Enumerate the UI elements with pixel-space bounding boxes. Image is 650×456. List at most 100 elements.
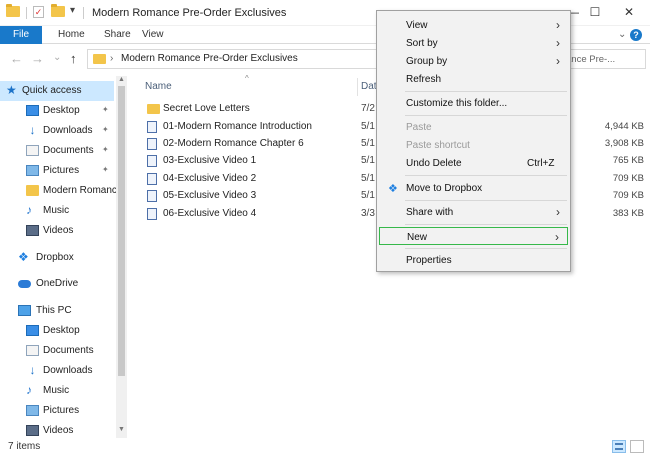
- pin-icon: ✦: [102, 125, 109, 134]
- menu-item-group-by[interactable]: Group by ›: [379, 52, 568, 70]
- forward-arrow-icon[interactable]: →: [31, 51, 44, 66]
- nav-item-quick-access[interactable]: ★ Quick access: [0, 81, 114, 101]
- cloud-icon: [18, 280, 31, 288]
- download-icon: ↓: [29, 123, 36, 137]
- file-date: 5/1: [361, 121, 375, 132]
- menu-item-label: New: [407, 232, 428, 243]
- nav-item-pc-music[interactable]: ♪ Music: [0, 381, 114, 401]
- file-date: 3/3: [361, 208, 375, 219]
- menu-item-sort-by[interactable]: Sort by ›: [379, 34, 568, 52]
- pin-icon: ✦: [102, 145, 109, 154]
- help-icon[interactable]: ?: [630, 29, 642, 41]
- menu-separator: [405, 91, 567, 92]
- menu-item-share-with[interactable]: Share with ›: [379, 203, 568, 221]
- menu-item-new[interactable]: New ›: [379, 227, 568, 245]
- new-folder-quick-icon[interactable]: [51, 4, 65, 17]
- menu-separator: [405, 200, 567, 201]
- chevron-right-icon: ›: [556, 36, 560, 50]
- tab-view[interactable]: View: [142, 26, 164, 44]
- nav-item-pc-desktop[interactable]: Desktop: [0, 321, 114, 341]
- ribbon-expand-icon[interactable]: ⌄: [618, 26, 626, 44]
- menu-separator: [405, 175, 567, 176]
- dropbox-icon: ❖: [18, 250, 29, 264]
- nav-item-this-pc[interactable]: This PC: [0, 301, 114, 321]
- file-name: 04-Exclusive Video 2: [163, 173, 257, 184]
- nav-item-downloads[interactable]: ↓ Downloads ✦: [0, 121, 114, 141]
- column-divider[interactable]: [357, 78, 358, 96]
- music-icon: ♪: [26, 383, 32, 397]
- nav-item-label: This PC: [36, 305, 72, 316]
- menu-item-move-to-dropbox[interactable]: ❖ Move to Dropbox: [379, 179, 568, 197]
- menu-item-customize-folder[interactable]: Customize this folder...: [379, 94, 568, 112]
- video-file-icon: [147, 121, 157, 133]
- folder-icon: [26, 185, 39, 196]
- video-file-icon: [147, 173, 157, 185]
- scroll-up-icon[interactable]: ▲: [118, 76, 125, 83]
- nav-item-pictures[interactable]: Pictures ✦: [0, 161, 114, 181]
- chevron-right-icon: ›: [556, 54, 560, 68]
- nav-item-pc-documents[interactable]: Documents: [0, 341, 114, 361]
- file-size: 4,944 KB: [604, 121, 644, 132]
- video-file-icon: [147, 155, 157, 167]
- tab-share[interactable]: Share: [104, 26, 131, 44]
- menu-item-properties[interactable]: Properties: [379, 251, 568, 269]
- menu-separator: [405, 248, 567, 249]
- menu-item-undo-delete[interactable]: Undo Delete Ctrl+Z: [379, 154, 568, 172]
- nav-item-label: Downloads: [43, 365, 93, 376]
- nav-item-modern-romance[interactable]: Modern Romanc: [0, 181, 117, 201]
- file-name: 06-Exclusive Video 4: [163, 208, 257, 219]
- nav-item-onedrive[interactable]: OneDrive: [0, 274, 114, 294]
- nav-item-documents[interactable]: Documents ✦: [0, 141, 114, 161]
- nav-item-videos[interactable]: Videos: [0, 221, 114, 241]
- menu-item-refresh[interactable]: Refresh: [379, 70, 568, 88]
- menu-item-label: Refresh: [406, 74, 442, 85]
- column-header-date[interactable]: Dat: [361, 81, 377, 92]
- file-name: 03-Exclusive Video 1: [163, 155, 257, 166]
- maximize-button[interactable]: ☐: [580, 0, 610, 24]
- pin-icon: ✦: [102, 105, 109, 114]
- folder-icon: [93, 54, 106, 64]
- nav-item-pc-downloads[interactable]: ↓ Downloads: [0, 361, 114, 381]
- recent-locations-icon[interactable]: ⌄: [53, 52, 61, 63]
- close-button[interactable]: ✕: [614, 0, 644, 24]
- nav-item-label: Pictures: [43, 405, 80, 416]
- menu-item-label: Customize this folder...: [406, 98, 508, 109]
- scroll-down-icon[interactable]: ▼: [118, 426, 125, 433]
- nav-pane-scrollbar[interactable]: ▲ ▼: [116, 76, 127, 438]
- nav-item-dropbox[interactable]: ❖ Dropbox: [0, 248, 114, 268]
- nav-item-desktop[interactable]: Desktop ✦: [0, 101, 114, 121]
- file-date: 5/1: [361, 138, 375, 149]
- large-icons-view-button[interactable]: [630, 440, 644, 453]
- back-arrow-icon[interactable]: ←: [10, 51, 23, 66]
- chevron-right-icon[interactable]: ›: [110, 53, 113, 64]
- menu-item-label: Share with: [406, 207, 454, 218]
- computer-icon: [18, 305, 31, 316]
- nav-item-pc-pictures[interactable]: Pictures: [0, 401, 114, 421]
- menu-item-label: Paste shortcut: [406, 140, 470, 151]
- file-size: 765 KB: [612, 155, 644, 166]
- scrollbar-thumb[interactable]: [118, 86, 125, 376]
- column-header-name[interactable]: Name: [145, 81, 172, 92]
- menu-item-paste-shortcut: Paste shortcut: [379, 136, 568, 154]
- up-arrow-icon[interactable]: ↑: [70, 51, 77, 66]
- videos-icon: [26, 225, 39, 236]
- properties-quick-icon[interactable]: ✓: [33, 6, 44, 18]
- search-input[interactable]: ance Pre-...: [560, 49, 646, 69]
- tab-home[interactable]: Home: [58, 26, 85, 44]
- menu-item-view[interactable]: View ›: [379, 16, 568, 34]
- nav-item-label: Documents: [43, 345, 94, 356]
- dropbox-icon: ❖: [388, 183, 398, 195]
- details-view-button[interactable]: [612, 440, 626, 453]
- nav-item-music[interactable]: ♪ Music: [0, 201, 114, 221]
- file-date: 7/2: [361, 103, 375, 114]
- menu-separator: [405, 224, 567, 225]
- star-icon: ★: [6, 83, 17, 97]
- file-name: Secret Love Letters: [163, 103, 250, 114]
- address-path[interactable]: Modern Romance Pre-Order Exclusives: [121, 53, 298, 64]
- tab-file[interactable]: File: [0, 26, 42, 44]
- file-date: 5/1: [361, 173, 375, 184]
- search-placeholder: ance Pre-...: [566, 54, 616, 65]
- menu-item-label: Paste: [406, 122, 432, 133]
- menu-item-label: Sort by: [406, 38, 438, 49]
- quick-access-dropdown-icon[interactable]: ▾: [70, 5, 75, 16]
